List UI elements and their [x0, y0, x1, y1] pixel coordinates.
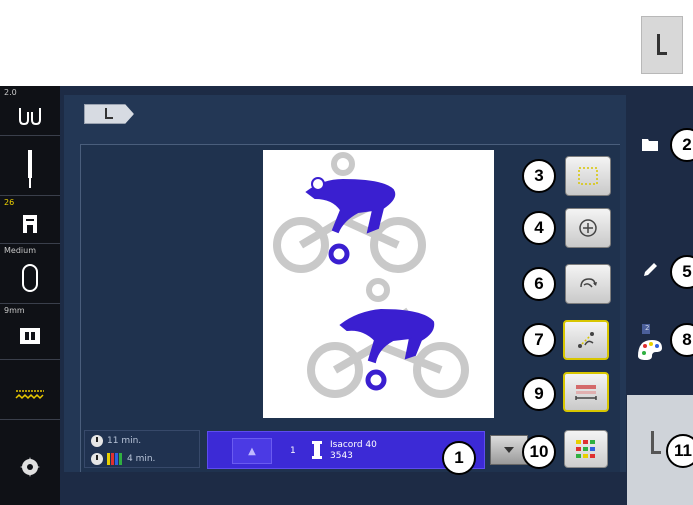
pencil-icon — [644, 263, 657, 276]
tension-cell[interactable]: Medium — [0, 244, 60, 304]
chevron-down-icon — [504, 447, 514, 453]
clock-icon — [91, 453, 103, 465]
badge-1: 1 — [442, 441, 476, 475]
tension-label: Medium — [4, 246, 36, 255]
feed-dog-cell[interactable] — [0, 360, 60, 420]
presser-foot-indicator — [641, 16, 683, 74]
left-status-bar: 2.0 26 Medium 9mm — [0, 86, 60, 505]
feed-dog-icon — [15, 389, 44, 399]
color-bars-icon — [107, 453, 122, 465]
badge-11: 11 — [666, 434, 693, 468]
stitch-plate-icon — [20, 327, 40, 344]
cyclist-motif — [273, 152, 469, 398]
stitch-width-icon — [19, 107, 41, 125]
presser-foot-icon — [23, 214, 37, 233]
badge-3: 3 — [522, 159, 556, 193]
select-frame-icon — [578, 167, 598, 185]
clock-icon — [91, 435, 103, 447]
stitch-width-label: 2.0 — [4, 88, 17, 97]
palette-icon — [638, 324, 662, 360]
bobbin-icon — [20, 456, 40, 477]
color-sequence-icon — [575, 385, 597, 400]
top-rider — [305, 152, 396, 265]
presser-foot-icon — [651, 431, 661, 454]
presser-foot-number: 26 — [4, 198, 15, 207]
palette-page-number: 2 — [645, 324, 650, 332]
color-time-row: 4 min. — [91, 451, 155, 467]
split-stitch-icon — [578, 332, 594, 348]
tab-presser-foot[interactable] — [84, 104, 134, 124]
color-information-button[interactable] — [564, 430, 608, 468]
hoop-icon — [22, 263, 38, 292]
bobbin-cell[interactable] — [0, 420, 60, 505]
center-target-icon — [579, 219, 597, 237]
presser-foot-tab-icon — [105, 108, 113, 119]
total-time-row: 11 min. — [91, 433, 141, 449]
height-label: 9mm — [4, 306, 25, 315]
color-up-button[interactable]: ▲ — [232, 438, 272, 464]
rotate-needle-icon — [580, 278, 597, 288]
badge-9: 9 — [522, 377, 556, 411]
height-cell[interactable]: 9mm — [0, 304, 60, 360]
presser-foot-cell[interactable]: 26 — [0, 196, 60, 244]
split-stitch-button[interactable] — [563, 320, 609, 360]
color-index: 1 — [290, 446, 296, 456]
thread-spool-icon — [312, 441, 322, 459]
color-palette-button[interactable]: 2 — [636, 322, 664, 362]
embroidery-preview[interactable] — [263, 150, 494, 418]
thread-number: 3543 — [330, 451, 353, 461]
badge-10: 10 — [522, 435, 556, 469]
thread-name: Isacord 40 — [330, 440, 377, 450]
center-button[interactable] — [565, 208, 611, 248]
stitch-width-cell[interactable]: 2.0 — [0, 86, 60, 136]
edit-button[interactable] — [640, 260, 660, 280]
folder-button[interactable] — [640, 135, 660, 153]
needle-cell[interactable] — [0, 136, 60, 196]
needle-icon — [28, 149, 32, 188]
badge-7: 7 — [522, 323, 556, 357]
stitch-time-box: 11 min. 4 min. — [84, 430, 200, 468]
total-time: 11 min. — [107, 436, 142, 446]
badge-6: 6 — [522, 267, 556, 301]
select-area-button[interactable] — [565, 156, 611, 196]
presser-foot-icon — [657, 34, 667, 55]
color-time: 4 min. — [127, 454, 156, 464]
rotate-button[interactable] — [565, 264, 611, 304]
folder-icon — [642, 139, 658, 151]
badge-4: 4 — [522, 211, 556, 245]
color-grid-icon — [576, 440, 595, 458]
color-sequence-button[interactable] — [563, 372, 609, 412]
